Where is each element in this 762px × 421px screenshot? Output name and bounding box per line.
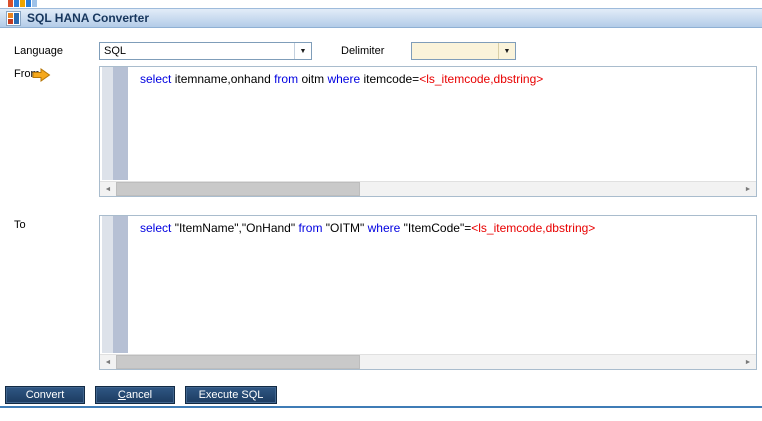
- execute-sql-button[interactable]: Execute SQL: [185, 386, 277, 404]
- convert-button-label: Convert: [26, 389, 65, 401]
- chevron-down-icon[interactable]: ▼: [294, 43, 311, 59]
- from-editor[interactable]: select itemname,onhand from oitm where i…: [99, 66, 757, 197]
- scroll-left-icon[interactable]: ◄: [100, 355, 116, 369]
- sql-hana-converter-window: SQL HANA Converter Language SQL ▼ Delimi…: [0, 0, 762, 421]
- execute-sql-button-label: Execute SQL: [199, 389, 264, 401]
- active-row-arrow-icon: [32, 68, 51, 82]
- chevron-down-icon[interactable]: ▼: [498, 43, 515, 59]
- app-icon: [6, 11, 21, 26]
- to-editor[interactable]: select "ItemName","OnHand" from "OITM" w…: [99, 215, 757, 370]
- cancel-button[interactable]: Cancel: [95, 386, 175, 404]
- to-code-line[interactable]: select "ItemName","OnHand" from "OITM" w…: [140, 221, 595, 235]
- language-dropdown-value: SQL: [100, 45, 294, 57]
- clipped-toolbar-icon: [8, 0, 25, 7]
- from-horizontal-scrollbar[interactable]: ◄ ►: [100, 181, 756, 196]
- cancel-button-label: Cancel: [118, 389, 152, 401]
- editor-selection-margin: [113, 216, 128, 353]
- scroll-left-icon[interactable]: ◄: [100, 182, 116, 196]
- scrollbar-track[interactable]: [360, 355, 740, 369]
- to-horizontal-scrollbar[interactable]: ◄ ►: [100, 354, 756, 369]
- delimiter-label: Delimiter: [341, 45, 384, 57]
- window-bottom-edge: [0, 406, 762, 408]
- scrollbar-thumb[interactable]: [116, 355, 360, 369]
- from-code-line[interactable]: select itemname,onhand from oitm where i…: [140, 72, 543, 86]
- clipped-toolbar-icon: [26, 0, 37, 7]
- scrollbar-thumb[interactable]: [116, 182, 360, 196]
- scroll-right-icon[interactable]: ►: [740, 182, 756, 196]
- editor-margin: [102, 216, 113, 353]
- delimiter-dropdown[interactable]: ▼: [411, 42, 516, 60]
- window-title: SQL HANA Converter: [27, 11, 149, 25]
- to-label: To: [14, 219, 26, 231]
- language-dropdown[interactable]: SQL ▼: [99, 42, 312, 60]
- editor-margin: [102, 67, 113, 180]
- window-titlebar: SQL HANA Converter: [0, 8, 762, 28]
- editor-selection-margin: [113, 67, 128, 180]
- convert-button[interactable]: Convert: [5, 386, 85, 404]
- scroll-right-icon[interactable]: ►: [740, 355, 756, 369]
- scrollbar-track[interactable]: [360, 182, 740, 196]
- language-label: Language: [14, 45, 63, 57]
